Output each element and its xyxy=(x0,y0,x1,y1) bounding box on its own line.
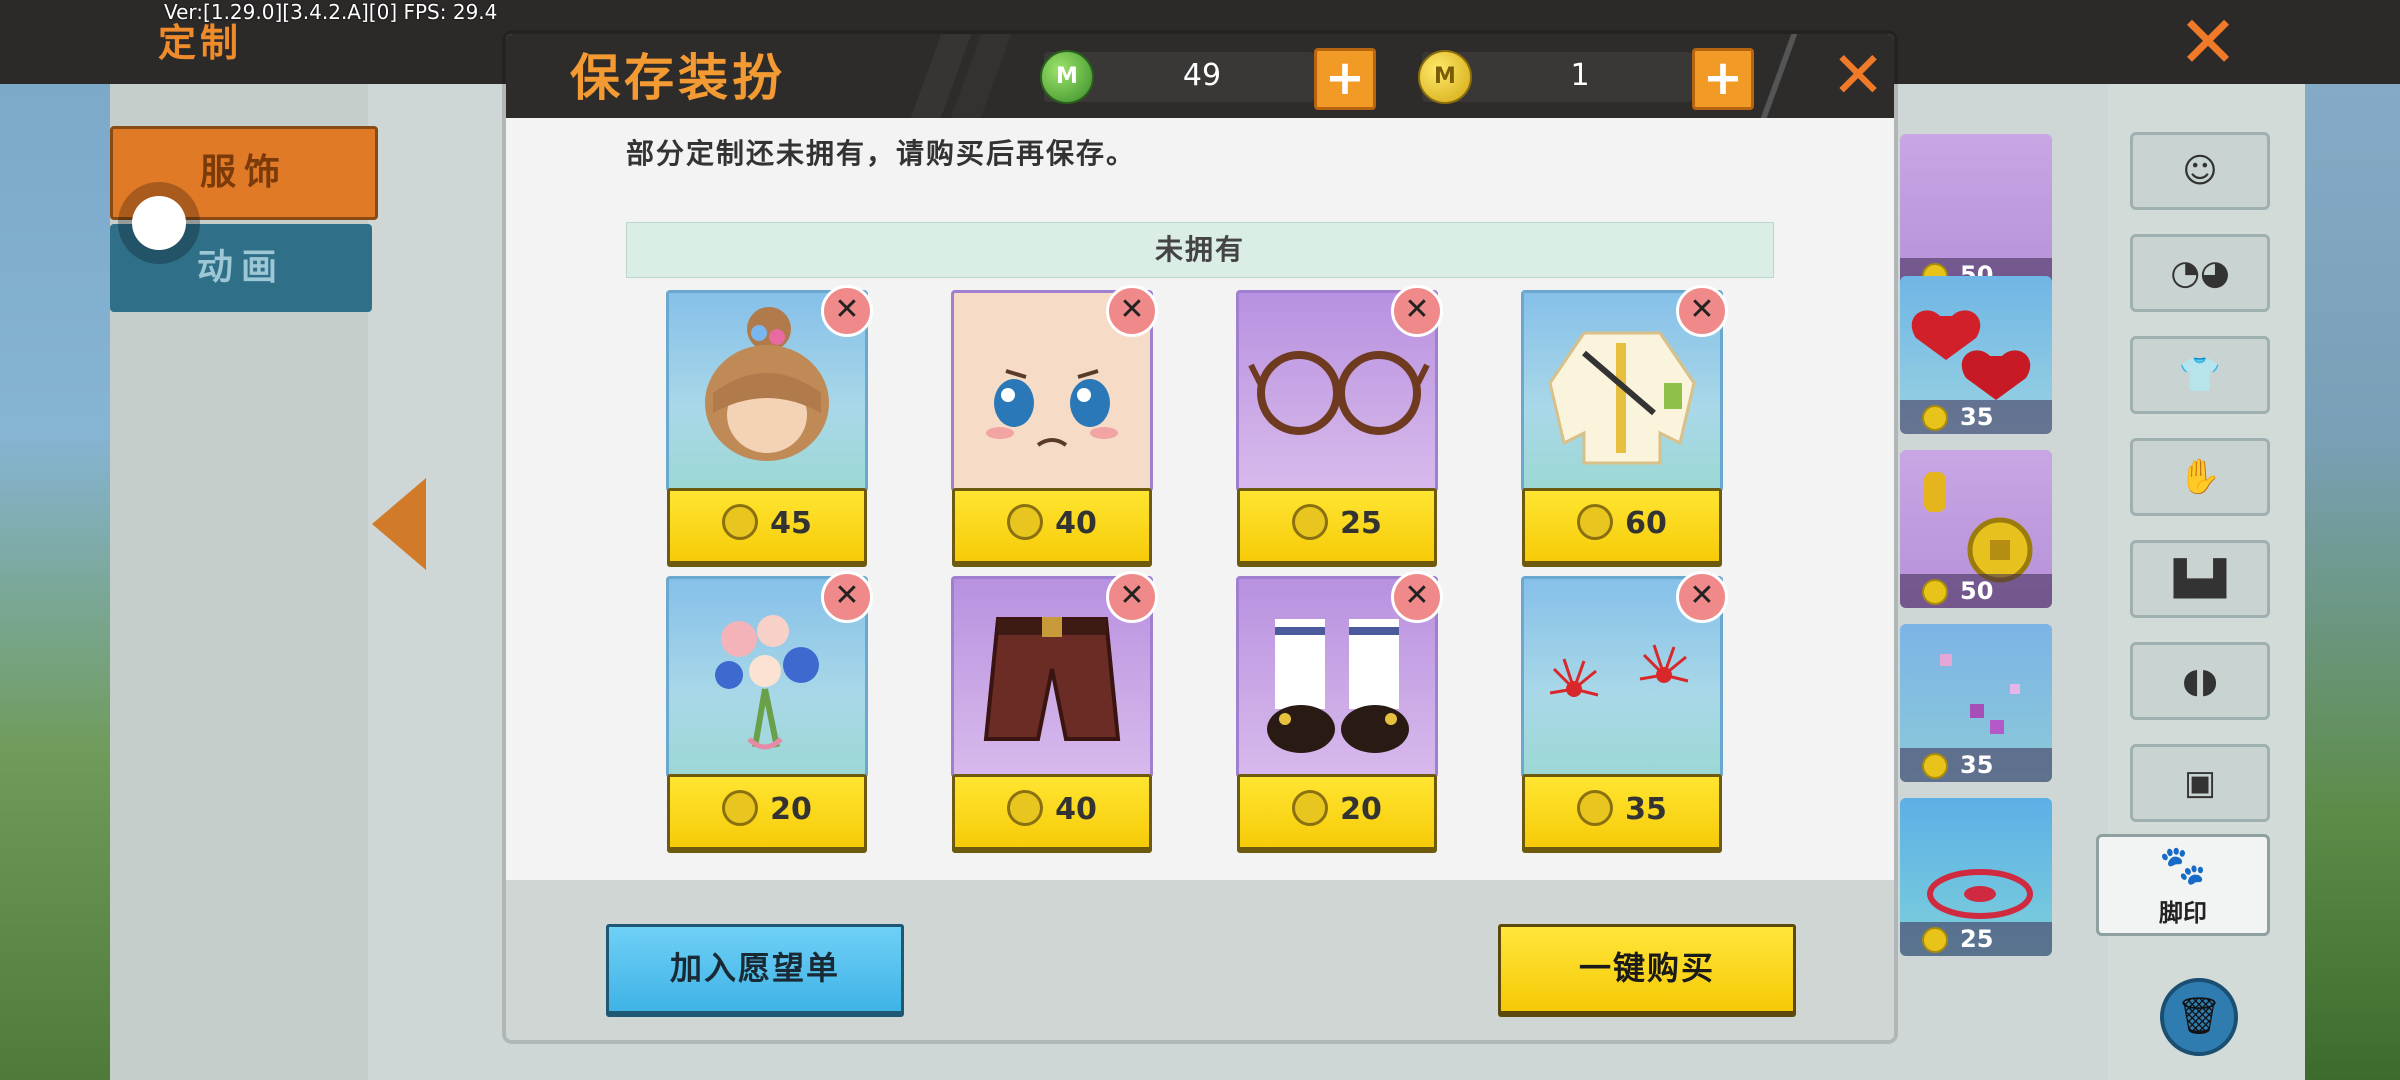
price-button[interactable]: 40 xyxy=(952,774,1152,853)
plus-icon: + xyxy=(1324,50,1366,106)
dialog-close-icon[interactable]: ✕ xyxy=(1826,36,1890,116)
remove-item-button[interactable]: ✕ xyxy=(821,571,873,623)
coin-icon: M xyxy=(1418,50,1472,104)
left-arrow-icon[interactable] xyxy=(372,478,426,570)
coin-icon xyxy=(1292,503,1329,540)
add-gems-button[interactable]: + xyxy=(1314,48,1376,110)
remove-item-button[interactable]: ✕ xyxy=(1106,571,1158,623)
shirt-icon: 👕 xyxy=(2178,355,2222,395)
category-backpack[interactable]: ▣ xyxy=(2130,744,2270,822)
gem-count: 49 xyxy=(1182,58,1222,93)
side-item-price: 35 xyxy=(1900,400,2052,434)
notice-text: 部分定制还未拥有，请购买后再保存。 xyxy=(626,137,1137,170)
background-scenery-left xyxy=(0,0,110,1080)
coin-icon xyxy=(722,789,759,826)
category-pants[interactable]: ▙▟ xyxy=(2130,540,2270,618)
price-button[interactable]: 45 xyxy=(667,488,867,567)
price-button[interactable]: 20 xyxy=(667,774,867,853)
remove-item-button[interactable]: ✕ xyxy=(1391,285,1443,337)
category-footprint[interactable]: 🐾 脚印 xyxy=(2096,834,2270,936)
plus-icon: + xyxy=(1702,50,1744,106)
add-coins-button[interactable]: + xyxy=(1692,48,1754,110)
coin-count: 1 xyxy=(1570,58,1590,93)
joystick-handle[interactable] xyxy=(132,196,186,250)
remove-item-button[interactable]: ✕ xyxy=(1106,285,1158,337)
side-item-price: 50 xyxy=(1900,574,2052,608)
price-button[interactable]: 25 xyxy=(1237,488,1437,567)
dialog-title: 保存装扮 xyxy=(570,49,786,107)
shoes-icon: ◖◗ xyxy=(2182,661,2218,701)
side-item-coins[interactable]: 50 xyxy=(1900,450,2052,608)
coin-icon xyxy=(1922,405,1948,431)
gem-icon: M xyxy=(1040,50,1094,104)
backpack-icon: ▣ xyxy=(2183,763,2217,803)
remove-item-button[interactable]: ✕ xyxy=(1676,285,1728,337)
coin-icon xyxy=(722,503,759,540)
paw-icon: 🐾 xyxy=(2159,843,2207,887)
side-item-target[interactable]: 25 xyxy=(1900,798,2052,956)
coin-icon xyxy=(1922,753,1948,779)
remove-item-button[interactable]: ✕ xyxy=(821,285,873,337)
side-item-cat[interactable]: 50 xyxy=(1900,134,2052,292)
side-item-price: 35 xyxy=(1900,748,2052,782)
category-shirt[interactable]: 👕 xyxy=(2130,336,2270,414)
category-label: 脚印 xyxy=(2159,899,2207,927)
side-item-pixel[interactable]: 35 xyxy=(1900,624,2052,782)
mask-icon: ◔◕ xyxy=(2170,253,2230,293)
price-button[interactable]: 40 xyxy=(952,488,1152,567)
coin-icon xyxy=(1007,789,1044,826)
close-icon[interactable]: ✕ xyxy=(2168,6,2248,78)
coin-icon xyxy=(1577,789,1614,826)
version-fps-readout: Ver:[1.29.0][3.4.2.A][0] FPS: 29.4 xyxy=(164,0,498,24)
pants-icon: ▙▟ xyxy=(2173,559,2227,599)
section-title: 未拥有 xyxy=(626,222,1774,278)
coin-icon xyxy=(1922,579,1948,605)
category-shoes[interactable]: ◖◗ xyxy=(2130,642,2270,720)
trash-icon[interactable]: 🗑 xyxy=(2160,978,2238,1056)
coin-icon xyxy=(1922,927,1948,953)
buy-all-button[interactable]: 一键购买 xyxy=(1498,924,1796,1017)
tab-label: 服饰 xyxy=(199,152,288,193)
remove-item-button[interactable]: ✕ xyxy=(1391,571,1443,623)
category-mask[interactable]: ◔◕ xyxy=(2130,234,2270,312)
coin-icon xyxy=(1292,789,1329,826)
face-icon: ☺ xyxy=(2182,151,2218,191)
coin-icon xyxy=(1577,503,1614,540)
price-button[interactable]: 20 xyxy=(1237,774,1437,853)
price-button[interactable]: 35 xyxy=(1522,774,1722,853)
remove-item-button[interactable]: ✕ xyxy=(1676,571,1728,623)
category-face[interactable]: ☺ xyxy=(2130,132,2270,210)
tab-label: 动画 xyxy=(196,247,285,288)
background-scenery-right xyxy=(2305,0,2400,1080)
coin-icon xyxy=(1007,503,1044,540)
gloves-icon: ✋ xyxy=(2178,457,2222,497)
category-gloves[interactable]: ✋ xyxy=(2130,438,2270,516)
side-item-price: 25 xyxy=(1900,922,2052,956)
price-button[interactable]: 60 xyxy=(1522,488,1722,567)
add-to-wishlist-button[interactable]: 加入愿望单 xyxy=(606,924,904,1017)
side-item-hearts[interactable]: 35 xyxy=(1900,276,2052,434)
